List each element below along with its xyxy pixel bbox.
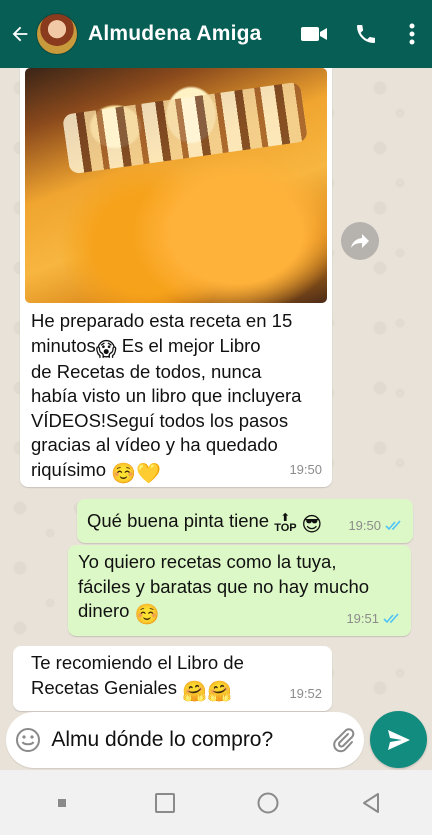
video-camera-icon — [301, 27, 327, 41]
hugging-emoji-icon: 🤗 — [207, 680, 232, 703]
small-square-icon — [57, 798, 66, 807]
send-button[interactable] — [370, 711, 427, 768]
circle-icon — [257, 792, 278, 813]
hugging-emoji-icon: 🤗 — [182, 680, 208, 703]
forward-button[interactable] — [341, 222, 379, 260]
voice-call-button[interactable] — [340, 0, 392, 68]
double-check-icon — [385, 520, 401, 531]
menu-button[interactable] — [392, 0, 432, 68]
video-call-button[interactable] — [288, 0, 340, 68]
chat-area[interactable]: He preparado esta receta en 15 minutos😱 … — [0, 68, 432, 770]
phone-icon — [357, 25, 375, 43]
message-time: 19:52 — [289, 685, 322, 701]
message-image[interactable]: He preparado esta receta en 15 minutos😱 … — [20, 68, 332, 487]
sunglasses-emoji-icon: 😎 — [301, 514, 323, 536]
message-composer — [6, 712, 364, 768]
more-vert-icon — [409, 23, 415, 45]
smiling-emoji-icon: ☺️ — [134, 604, 160, 626]
avatar[interactable] — [36, 13, 78, 55]
message-time: 19:50 — [289, 461, 322, 477]
paperclip-icon — [333, 728, 355, 753]
message-time: 19:51 — [346, 607, 401, 632]
arrow-left-icon — [12, 26, 28, 42]
image-caption: He preparado esta receta en 15 minutos😱 … — [31, 310, 302, 485]
back-button[interactable] — [2, 0, 38, 68]
scream-emoji-icon: 😱 — [95, 338, 117, 361]
message-input[interactable] — [51, 720, 323, 760]
message-time: 19:50 — [348, 514, 403, 539]
forward-icon — [351, 234, 369, 248]
contact-name[interactable]: Almudena Amiga — [88, 22, 288, 46]
chat-header: Almudena Amiga — [0, 0, 432, 68]
message-outgoing[interactable]: Yo quiero recetas como la tuya, fáciles … — [68, 545, 411, 636]
message-incoming[interactable]: Te recomiendo el Libro de Recetas Genial… — [13, 646, 332, 711]
message-outgoing[interactable]: Qué buena pinta tiene ⬆ TOP 😎 19:50 — [77, 499, 413, 543]
nav-home-button[interactable] — [238, 778, 298, 828]
square-icon — [154, 792, 175, 813]
yellow-heart-icon: 💛 — [136, 462, 162, 485]
nav-back-button[interactable] — [341, 778, 401, 828]
attach-button[interactable] — [322, 712, 364, 768]
triangle-back-icon — [362, 792, 379, 813]
food-photo[interactable] — [25, 68, 327, 303]
double-check-icon — [383, 613, 399, 624]
system-nav-bar — [0, 770, 432, 835]
top-arrow-icon: ⬆ TOP — [274, 512, 297, 534]
send-icon — [387, 729, 410, 750]
emoji-button[interactable] — [6, 712, 49, 768]
smiley-icon — [15, 728, 40, 752]
smiling-emoji-icon: ☺️ — [111, 462, 137, 485]
nav-recents-button[interactable] — [135, 778, 195, 828]
nav-menu-button[interactable] — [32, 778, 92, 828]
